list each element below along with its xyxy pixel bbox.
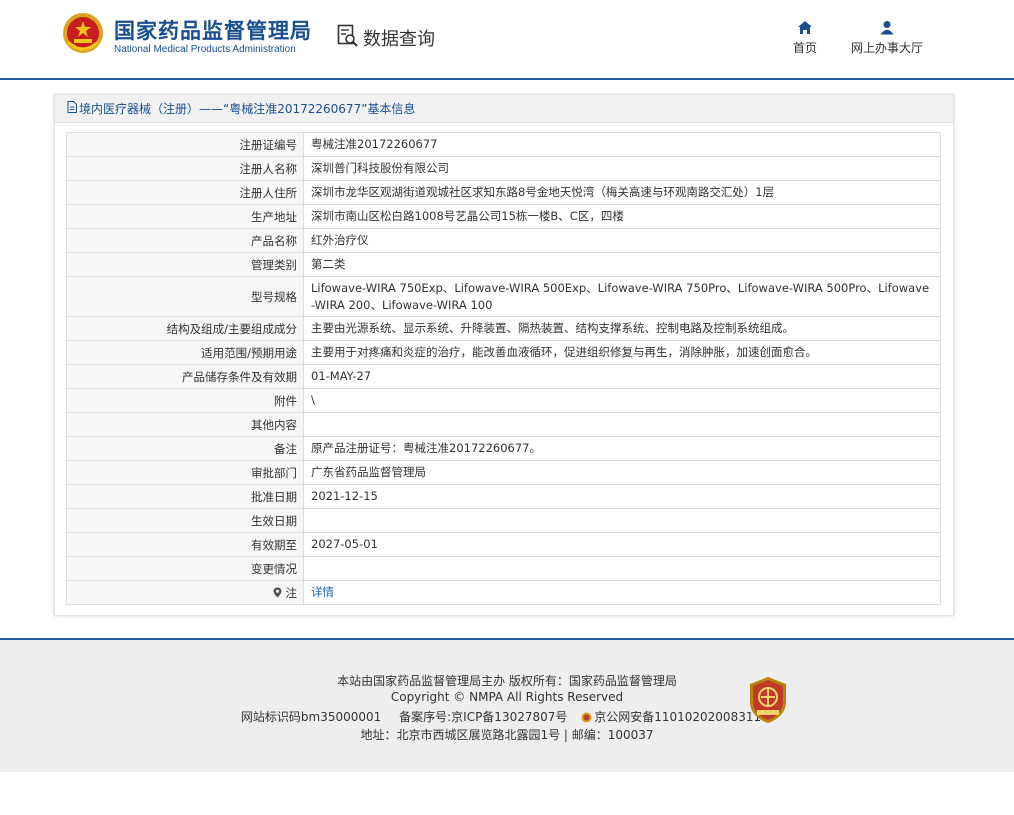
- table-row: 生产地址 深圳市南山区松白路1008号艺晶公司15栋一楼B、C区，四楼: [66, 204, 941, 229]
- footer-site-id: 网站标识码bm35000001: [240, 710, 382, 724]
- site-subtitle: National Medical Products Administration: [114, 44, 296, 55]
- table-row: 管理类别 第二类: [66, 252, 941, 277]
- site-footer: 本站由国家药品监督管理局主办 版权所有：国家药品监督管理局 Copyright …: [0, 640, 1014, 772]
- field-label: 审批部门: [66, 460, 304, 485]
- table-row: 型号规格 Lifowave-WIRA 750Exp、Lifowave-WIRA 5…: [66, 276, 941, 317]
- field-label: 型号规格: [66, 276, 304, 317]
- breadcrumb-text: 境内医疗器械（注册）——“粤械注准20172260677”基本信息: [79, 102, 416, 116]
- pin-icon: [273, 586, 286, 600]
- field-value: 原产品注册证号：粤械注准20172260677。: [303, 436, 941, 461]
- table-row: 产品名称 红外治疗仪: [66, 228, 941, 253]
- table-row: 结构及组成/主要组成成分 主要由光源系统、显示系统、升降装置、隔热装置、结构支撑系…: [66, 316, 941, 341]
- data-query-link[interactable]: 数据查询: [337, 24, 435, 52]
- table-row: 注册人住所 深圳市龙华区观湖街道观城社区求知东路8号金地天悦湾（梅关高速与环观南路…: [66, 180, 941, 205]
- detail-panel: 境内医疗器械（注册）——“粤械注准20172260677”基本信息 注册证编号粤…: [54, 94, 954, 616]
- user-icon: [880, 21, 894, 35]
- details-link[interactable]: 详情: [311, 585, 334, 599]
- table-row: 注册人名称 深圳普门科技股份有限公司: [66, 156, 941, 181]
- table-row: 注 详情: [66, 580, 941, 605]
- field-value: [303, 412, 941, 437]
- field-value: Lifowave-WIRA 750Exp、Lifowave-WIRA 500Ex…: [303, 276, 941, 317]
- field-value: 粤械注准20172260677: [303, 132, 941, 157]
- table-row: 产品储存条件及有效期 01-MAY-27: [66, 364, 941, 389]
- note-label: 注: [285, 585, 298, 600]
- field-label: 变更情况: [66, 556, 304, 581]
- site-title: 国家药品监督管理局: [114, 19, 312, 43]
- field-label: 备注: [66, 436, 304, 461]
- field-value: 深圳市龙华区观湖街道观城社区求知东路8号金地天悦湾（梅关高速与环观南路交汇处）1…: [303, 180, 941, 205]
- field-label: 批准日期: [66, 484, 304, 509]
- info-table: 注册证编号 粤械注准20172260677 注册人名称 深圳普门科技股份有限公司 注…: [66, 132, 941, 605]
- field-label: 产品储存条件及有效期: [66, 364, 304, 389]
- field-label: 注册人名称: [66, 156, 304, 181]
- field-value: 2021-12-15: [303, 484, 941, 509]
- table-row: 批准日期 2021-12-15: [66, 484, 941, 509]
- footer-copyright: Copyright © NMPA All Rights Reserved: [390, 690, 624, 704]
- field-label: 附件: [66, 388, 304, 413]
- field-value: 主要由光源系统、显示系统、升降装置、隔热装置、结构支撑系统、控制电路及控制系统组…: [303, 316, 941, 341]
- field-label: 管理类别: [66, 252, 304, 277]
- home-icon: [798, 21, 812, 34]
- footer-icp[interactable]: 备案序号:京ICP备13027807号: [399, 710, 567, 724]
- field-value: 深圳普门科技股份有限公司: [303, 156, 941, 181]
- field-value: 2027-05-01: [303, 532, 941, 557]
- field-label: 产品名称: [66, 228, 304, 253]
- field-label: 其他内容: [66, 412, 304, 437]
- field-value: 第二类: [303, 252, 941, 277]
- gov-badge-icon[interactable]: [747, 676, 789, 724]
- table-row: 生效日期: [66, 508, 941, 533]
- table-row: 审批部门 广东省药品监督管理局: [66, 460, 941, 485]
- field-label: 注册人住所: [66, 180, 304, 205]
- table-row: 其他内容: [66, 412, 941, 437]
- nav-home-label: 首页: [792, 41, 817, 55]
- field-value: 深圳市南山区松白路1008号艺晶公司15栋一楼B、C区，四楼: [303, 204, 941, 229]
- site-header: 国家药品监督管理局 National Medical Products Admi…: [0, 0, 1014, 80]
- field-label: 注: [66, 580, 304, 605]
- footer-address: 地址：北京市西城区展览路北露园1号 | 邮编：100037: [360, 728, 654, 742]
- table-row: 有效期至 2027-05-01: [66, 532, 941, 557]
- field-value: \: [303, 388, 941, 413]
- document-icon: [67, 101, 77, 116]
- breadcrumb: 境内医疗器械（注册）——“粤械注准20172260677”基本信息: [55, 95, 953, 123]
- field-label: 注册证编号: [66, 132, 304, 157]
- field-label: 适用范围/预期用途: [66, 340, 304, 365]
- table-row: 适用范围/预期用途 主要用于对疼痛和炎症的治疗，能改善血液循环，促进组织修复与再生…: [66, 340, 941, 365]
- field-value: 详情: [303, 580, 941, 605]
- footer-registration: 网站标识码bm35000001 备案序号:京ICP备13027807号 京公网安…: [0, 708, 1014, 726]
- data-query-icon: [337, 24, 359, 52]
- field-value: [303, 508, 941, 533]
- national-emblem-logo[interactable]: [62, 12, 104, 54]
- field-value: [303, 556, 941, 581]
- field-label: 生效日期: [66, 508, 304, 533]
- nav-online-hall-label: 网上办事大厅: [850, 41, 923, 55]
- nav-home[interactable]: 首页: [790, 20, 820, 56]
- police-icon: [581, 712, 592, 726]
- table-row: 注册证编号 粤械注准20172260677: [66, 132, 941, 157]
- field-label: 结构及组成/主要组成成分: [66, 316, 304, 341]
- field-value: 01-MAY-27: [303, 364, 941, 389]
- table-row: 附件 \: [66, 388, 941, 413]
- data-query-label: 数据查询: [363, 29, 435, 50]
- field-label: 生产地址: [66, 204, 304, 229]
- table-row: 变更情况: [66, 556, 941, 581]
- field-value: 红外治疗仪: [303, 228, 941, 253]
- footer-sponsor: 本站由国家药品监督管理局主办 版权所有：国家药品监督管理局: [337, 674, 677, 688]
- field-value: 广东省药品监督管理局: [303, 460, 941, 485]
- table-row: 备注 原产品注册证号：粤械注准20172260677。: [66, 436, 941, 461]
- field-label: 有效期至: [66, 532, 304, 557]
- nav-online-hall[interactable]: 网上办事大厅: [846, 20, 928, 56]
- field-value: 主要用于对疼痛和炎症的治疗，能改善血液循环，促进组织修复与再生，消除肿胀，加速创…: [303, 340, 941, 365]
